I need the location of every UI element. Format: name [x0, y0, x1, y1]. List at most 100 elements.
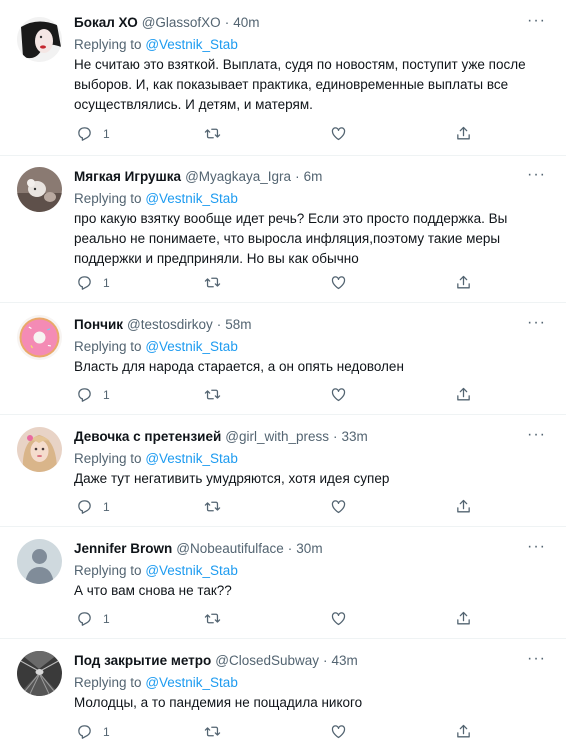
- user-handle[interactable]: @testosdirkoy: [127, 316, 213, 334]
- tweet-text-line: выборов. И, как показывает практика, еди…: [74, 77, 509, 92]
- tweet-text-line: поддержки и предприняли. Но вы как обычн…: [74, 251, 359, 266]
- avatar[interactable]: [17, 17, 62, 62]
- replying-label: Replying to: [74, 191, 142, 206]
- tweet-text-line: Власть для народа старается, а он опять …: [74, 359, 404, 374]
- reply-count: 1: [103, 611, 110, 626]
- share-button[interactable]: [455, 610, 472, 627]
- timestamp[interactable]: 58m: [225, 316, 251, 334]
- replying-handle-link[interactable]: @Vestnik_Stab: [145, 339, 238, 354]
- user-handle[interactable]: @girl_with_press: [225, 428, 329, 446]
- display-name[interactable]: Девочка с претензией: [74, 428, 221, 446]
- user-handle[interactable]: @Myagkaya_Igra: [185, 168, 291, 186]
- reply-count: 1: [103, 499, 110, 514]
- retweet-button[interactable]: [204, 498, 221, 515]
- timestamp[interactable]: 33m: [342, 428, 368, 446]
- user-handle[interactable]: @GlassofXO: [142, 14, 221, 32]
- replying-to: Replying to @Vestnik_Stab: [74, 337, 544, 356]
- retweet-button[interactable]: [204, 723, 221, 740]
- avatar-dark-portrait: [17, 17, 62, 62]
- tweet-header: Пончик @testosdirkoy · 58m: [74, 316, 544, 334]
- tweet[interactable]: Мягкая Игрушка @Myagkaya_Igra · 6m ··· R…: [0, 156, 566, 303]
- tweet-text: Даже тут негативить умудряются, хотя иде…: [74, 469, 544, 489]
- dot-separator: ·: [216, 317, 222, 332]
- share-button[interactable]: [455, 386, 472, 403]
- user-handle[interactable]: @ClosedSubway: [215, 652, 319, 670]
- display-name[interactable]: Пончик: [74, 316, 123, 334]
- tweet[interactable]: Девочка с претензией @girl_with_press · …: [0, 415, 566, 527]
- more-icon[interactable]: ···: [527, 538, 546, 556]
- like-button[interactable]: [330, 498, 347, 515]
- reply-button[interactable]: 1: [76, 386, 110, 403]
- reply-button[interactable]: 1: [76, 274, 110, 291]
- reply-button[interactable]: 1: [76, 723, 110, 740]
- tweet[interactable]: Бокал ХО @GlassofXO · 40m ··· Replying t…: [0, 0, 566, 156]
- like-button[interactable]: [330, 610, 347, 627]
- dot-separator: ·: [295, 169, 300, 184]
- timestamp[interactable]: 6m: [304, 168, 323, 186]
- more-icon[interactable]: ···: [527, 12, 546, 30]
- avatar[interactable]: [17, 427, 62, 472]
- tweet-text: А что вам снова не так??: [74, 581, 544, 601]
- timestamp[interactable]: 43m: [332, 652, 358, 670]
- reply-button[interactable]: 1: [76, 610, 110, 627]
- share-button[interactable]: [455, 723, 472, 740]
- replying-label: Replying to: [74, 37, 142, 52]
- display-name[interactable]: Jennifer Brown: [74, 540, 172, 558]
- tweet-text: про какую взятку вообще идет речь? Если …: [74, 209, 544, 269]
- display-name[interactable]: Бокал ХО: [74, 14, 138, 32]
- tweet-header: Jennifer Brown @Nobeautifulface · 30m: [74, 540, 544, 558]
- retweet-icon: [204, 128, 221, 139]
- display-name[interactable]: Под закрытие метро: [74, 652, 211, 670]
- dot-separator: ·: [224, 15, 230, 30]
- tweet-content: Бокал ХО @GlassofXO · 40m ··· Replying t…: [74, 12, 546, 115]
- display-name[interactable]: Мягкая Игрушка: [74, 168, 181, 186]
- replying-handle-link[interactable]: @Vestnik_Stab: [145, 451, 238, 466]
- reply-button[interactable]: 1: [76, 498, 110, 515]
- like-icon: [331, 276, 346, 290]
- tweet-actions: 1: [74, 386, 474, 406]
- avatar[interactable]: [17, 651, 62, 696]
- replying-to: Replying to @Vestnik_Stab: [74, 561, 544, 580]
- reply-icon: [78, 127, 91, 141]
- share-icon: [457, 126, 470, 140]
- tweet-text-line: Не считаю это взяткой. Выплата, судя по …: [74, 57, 526, 72]
- like-button[interactable]: [330, 386, 347, 403]
- tweet-content: Мягкая Игрушка @Myagkaya_Igra · 6m ··· R…: [74, 166, 546, 269]
- timestamp[interactable]: 30m: [296, 540, 322, 558]
- retweet-button[interactable]: [204, 386, 221, 403]
- avatar[interactable]: [17, 539, 62, 584]
- replying-handle-link[interactable]: @Vestnik_Stab: [145, 563, 238, 578]
- reply-button[interactable]: 1: [76, 125, 110, 142]
- like-button[interactable]: [330, 125, 347, 142]
- replying-to: Replying to @Vestnik_Stab: [74, 673, 544, 692]
- reply-count: 1: [103, 387, 110, 402]
- like-icon: [331, 725, 346, 739]
- share-button[interactable]: [455, 498, 472, 515]
- replying-handle-link[interactable]: @Vestnik_Stab: [145, 675, 238, 690]
- retweet-button[interactable]: [204, 125, 221, 142]
- timestamp[interactable]: 40m: [233, 14, 259, 32]
- tweet[interactable]: Пончик @testosdirkoy · 58m ··· Replying …: [0, 303, 566, 415]
- tweet[interactable]: Под закрытие метро @ClosedSubway · 43m ·…: [0, 639, 566, 754]
- replying-to: Replying to @Vestnik_Stab: [74, 189, 544, 208]
- more-icon[interactable]: ···: [527, 426, 546, 444]
- tweet-content: Девочка с претензией @girl_with_press · …: [74, 426, 546, 489]
- reply-count: 1: [103, 724, 110, 739]
- retweet-icon: [204, 726, 221, 737]
- replying-handle-link[interactable]: @Vestnik_Stab: [145, 37, 238, 52]
- more-icon[interactable]: ···: [527, 650, 546, 668]
- retweet-button[interactable]: [204, 274, 221, 291]
- replying-handle-link[interactable]: @Vestnik_Stab: [145, 191, 238, 206]
- avatar[interactable]: [17, 167, 62, 212]
- avatar-blonde-girl: [17, 427, 62, 472]
- like-button[interactable]: [330, 274, 347, 291]
- retweet-button[interactable]: [204, 610, 221, 627]
- share-button[interactable]: [455, 125, 472, 142]
- share-button[interactable]: [455, 274, 472, 291]
- more-icon[interactable]: ···: [527, 166, 546, 184]
- more-icon[interactable]: ···: [527, 314, 546, 332]
- tweet[interactable]: Jennifer Brown @Nobeautifulface · 30m ··…: [0, 527, 566, 639]
- like-button[interactable]: [330, 723, 347, 740]
- avatar[interactable]: [17, 315, 62, 360]
- user-handle[interactable]: @Nobeautifulface: [176, 540, 284, 558]
